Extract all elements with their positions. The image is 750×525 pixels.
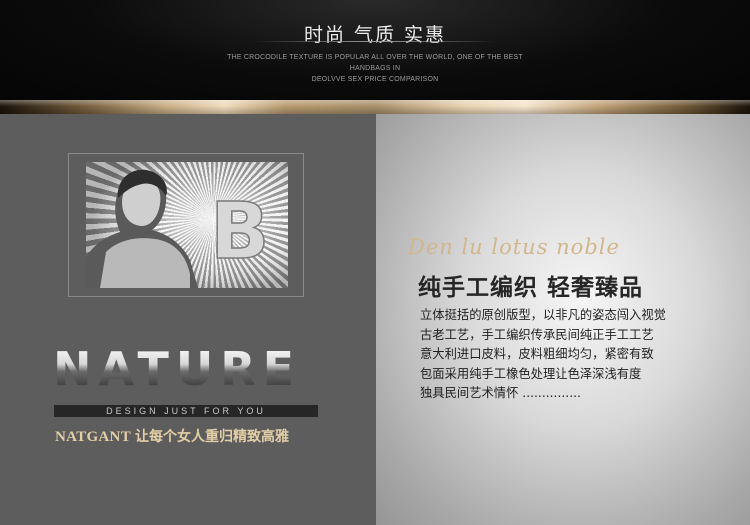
script-brand-line: Den lu lotus noble xyxy=(408,235,620,259)
top-banner: 时尚 气质 实惠 THE CROCODILE TEXTURE IS POPULA… xyxy=(0,0,750,100)
description-line: 包面采用纯手工橡色处理让色泽深浅有度 xyxy=(420,366,642,381)
description-line: 意大利进口皮料，皮料粗细均匀，紧密有致 xyxy=(420,347,654,361)
banner-title: 时尚 气质 实惠 xyxy=(303,24,447,46)
brand-name: NATGANT xyxy=(55,429,131,445)
slogan-text: 让每个女人重归精致高雅 xyxy=(135,429,289,445)
brand-slogan: NATGANT 让每个女人重归精致高雅 xyxy=(55,427,355,447)
banner-divider xyxy=(255,41,495,42)
chrome-letter: B xyxy=(210,187,269,277)
right-panel: Den lu lotus noble 纯手工编织 轻奢臻品 立体挺括的原创版型，… xyxy=(376,114,750,525)
gold-divider-band xyxy=(0,100,750,114)
banner-subtitle-line: THE CROCODILE TEXTURE IS POPULAR ALL OVE… xyxy=(227,54,523,61)
description-line: 立体挺括的原创版型，以非凡的姿态闯入视觉 xyxy=(420,308,666,322)
banner-subtitle-line: DEOLVVE SEX PRICE COMPARISON xyxy=(311,76,439,83)
design-tagline: DESIGN JUST FOR YOU xyxy=(106,406,266,416)
left-panel: B NATURE DESIGN JUST FOR YOU NATGANT 让每个女… xyxy=(0,114,376,525)
description-line: 古老工艺，手工编织传承民间纯正手工工艺 xyxy=(420,327,654,342)
banner-subtitle: THE CROCODILE TEXTURE IS POPULAR ALL OVE… xyxy=(200,52,550,85)
description-line: 独具民间艺术情怀 ............... xyxy=(420,386,581,400)
photo-frame: B xyxy=(68,153,304,297)
model-photo: B xyxy=(86,162,288,288)
banner-subtitle-line: HANDBAGS IN xyxy=(349,65,401,72)
product-heading: 纯手工编织 轻奢臻品 xyxy=(418,275,644,301)
design-strip: DESIGN JUST FOR YOU xyxy=(54,405,318,417)
model-illustration: B xyxy=(86,162,288,288)
product-description: 立体挺括的原创版型，以非凡的姿态闯入视觉 古老工艺，手工编织传承民间纯正手工工艺… xyxy=(420,306,740,404)
nature-headline: NATURE xyxy=(53,344,323,394)
